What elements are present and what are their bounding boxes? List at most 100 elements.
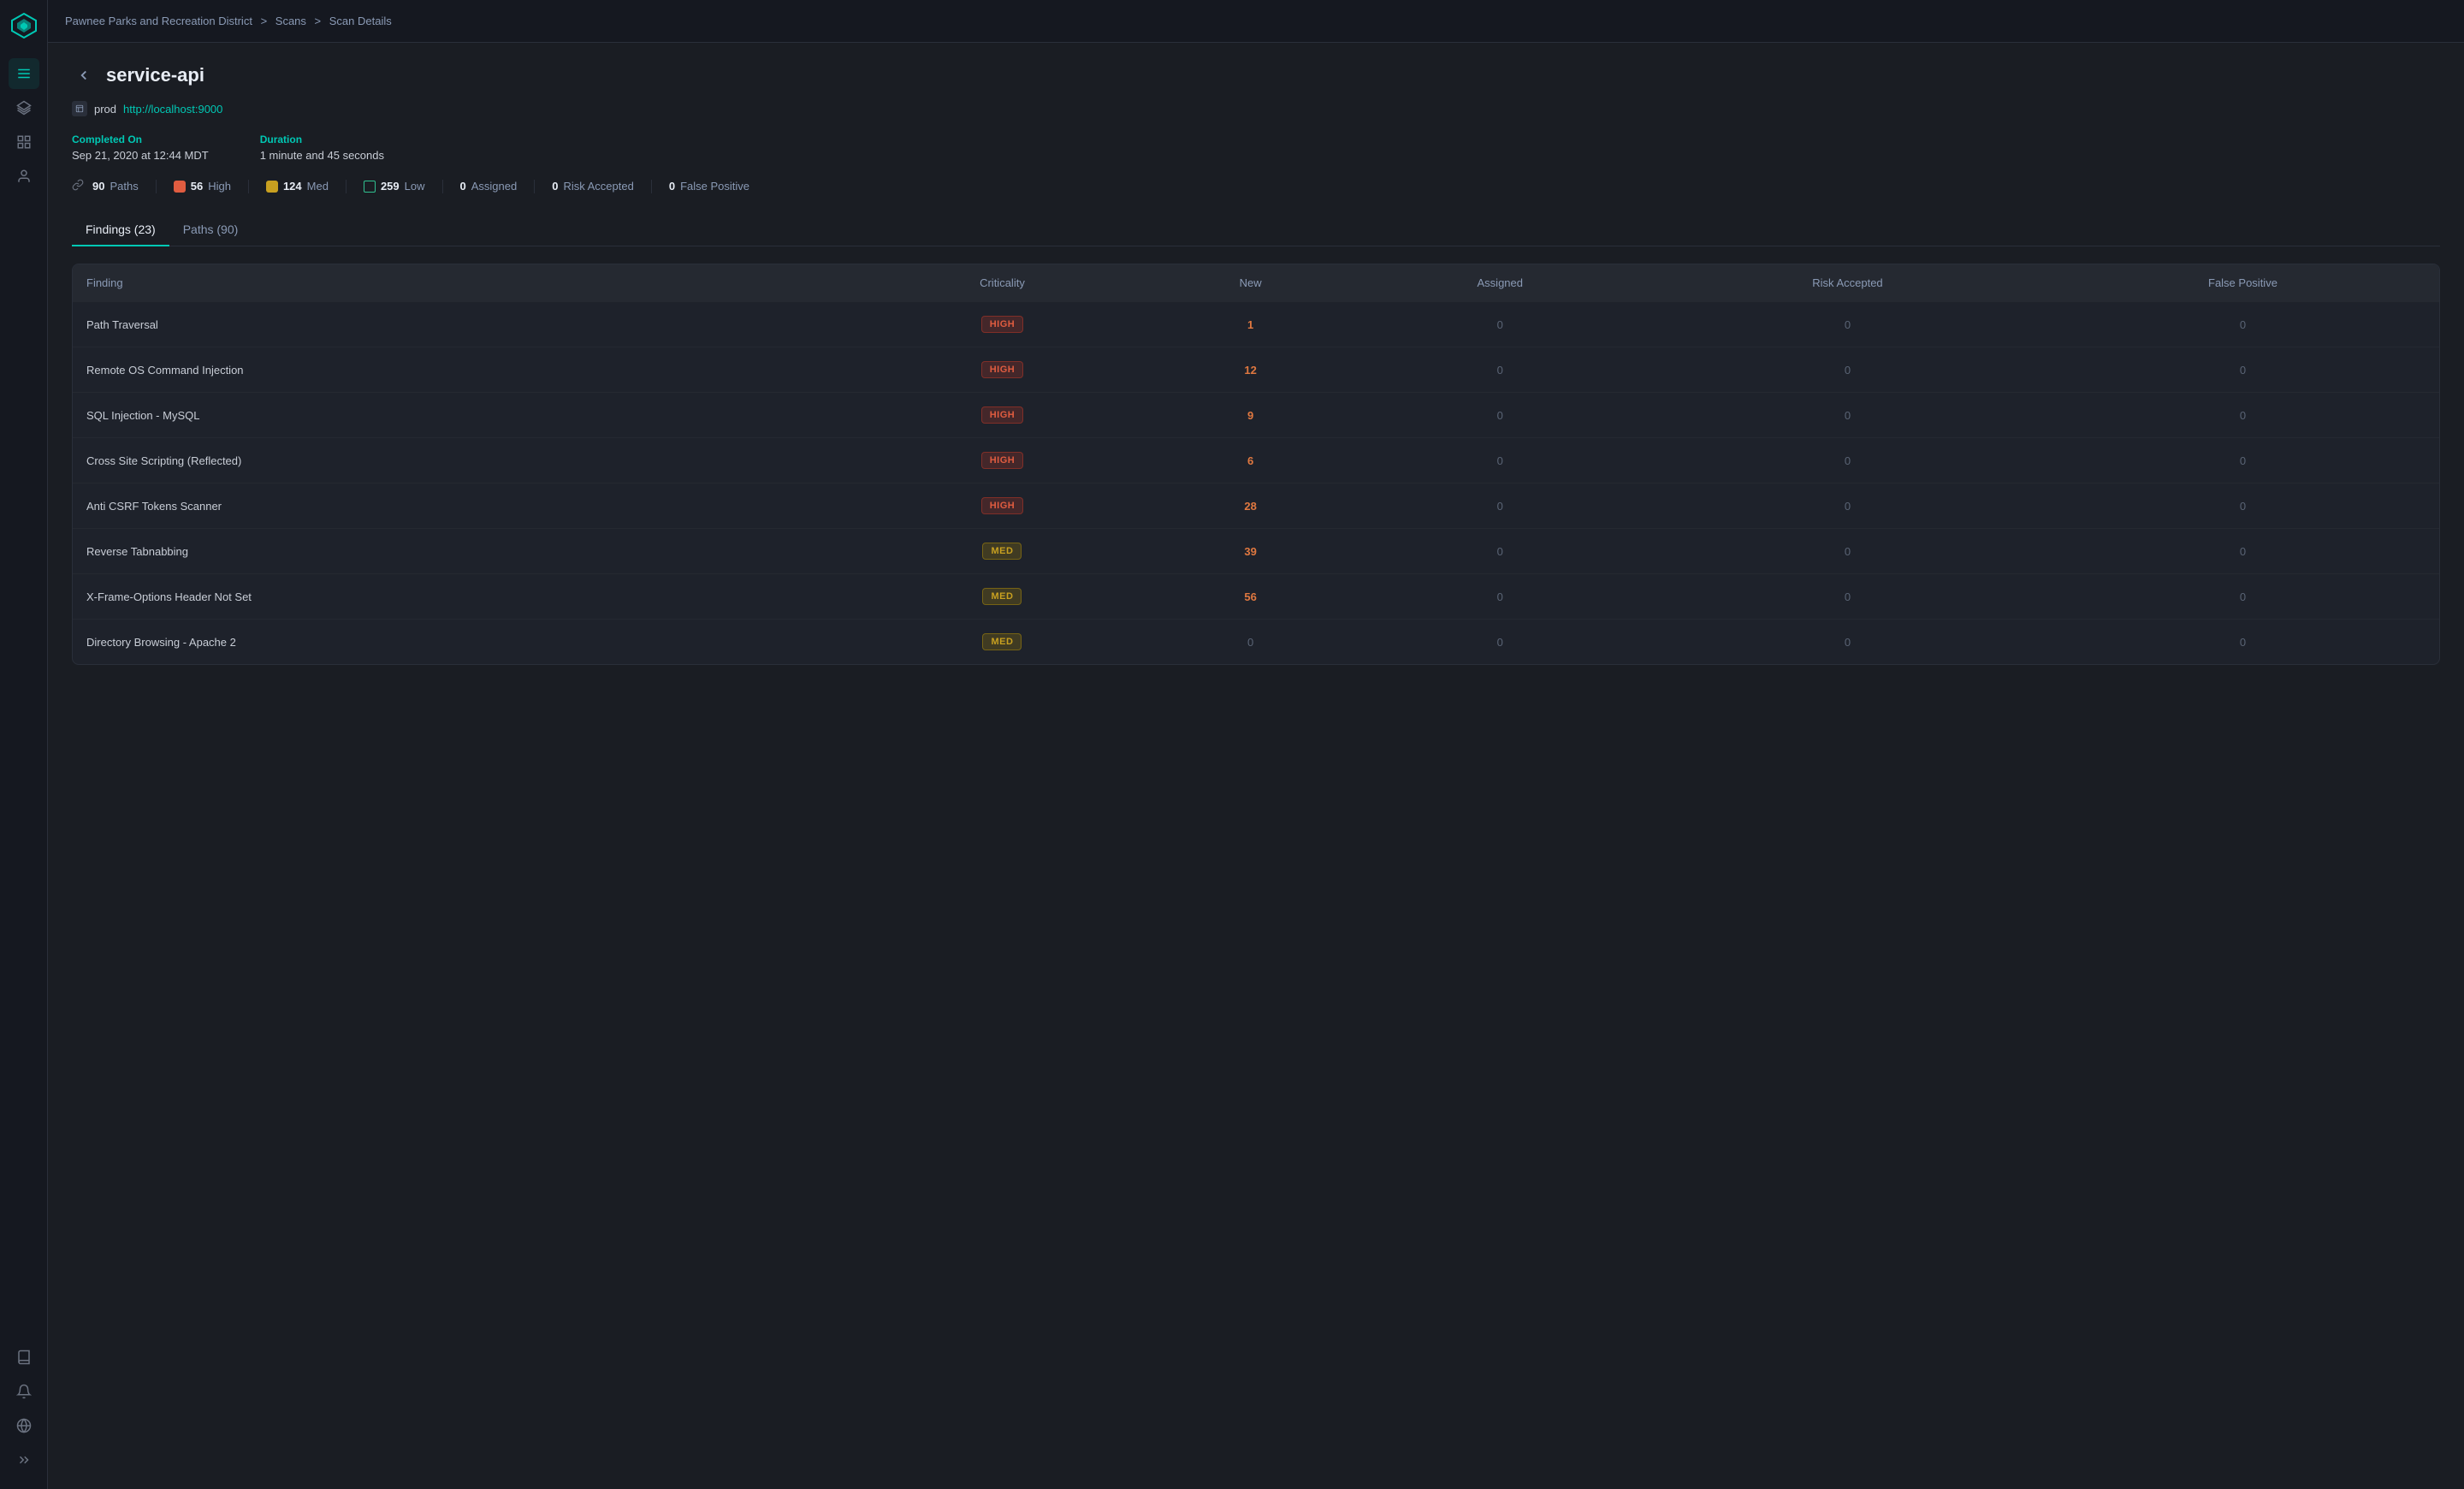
stat-fp: 0 False Positive xyxy=(669,180,749,193)
finding-criticality: HIGH xyxy=(855,347,1149,393)
page-content: service-api prod http://localhost:9000 C… xyxy=(48,43,2464,1489)
paths-label: Paths xyxy=(110,180,138,193)
stat-sep-2 xyxy=(248,180,249,193)
finding-fp: 0 xyxy=(2046,438,2439,483)
stat-assigned: 0 Assigned xyxy=(460,180,518,193)
high-count: 56 xyxy=(191,180,203,193)
stat-paths: 90 Paths xyxy=(72,179,139,193)
high-label: High xyxy=(208,180,231,193)
sidebar-item-notifications[interactable] xyxy=(9,1376,39,1407)
col-fp: False Positive xyxy=(2046,264,2439,302)
env-url[interactable]: http://localhost:9000 xyxy=(123,103,222,116)
paths-count: 90 xyxy=(92,180,104,193)
sidebar xyxy=(0,0,48,1489)
duration-label: Duration xyxy=(260,133,384,145)
col-assigned: Assigned xyxy=(1352,264,1649,302)
table-row[interactable]: Directory Browsing - Apache 2 MED 0 0 0 … xyxy=(73,620,2439,665)
link-icon xyxy=(72,179,84,193)
sidebar-item-menu[interactable] xyxy=(9,58,39,89)
breadcrumb-sep1: > xyxy=(261,15,268,27)
table-row[interactable]: Path Traversal HIGH 1 0 0 0 xyxy=(73,302,2439,347)
finding-new: 28 xyxy=(1150,483,1352,529)
finding-risk: 0 xyxy=(1649,483,2046,529)
finding-name: Cross Site Scripting (Reflected) xyxy=(73,438,855,483)
table-row[interactable]: Cross Site Scripting (Reflected) HIGH 6 … xyxy=(73,438,2439,483)
stat-sep-1 xyxy=(156,180,157,193)
finding-risk: 0 xyxy=(1649,620,2046,665)
finding-assigned: 0 xyxy=(1352,574,1649,620)
finding-new: 6 xyxy=(1150,438,1352,483)
breadcrumb-org: Pawnee Parks and Recreation District xyxy=(65,15,252,27)
finding-fp: 0 xyxy=(2046,302,2439,347)
topbar: Pawnee Parks and Recreation District > S… xyxy=(48,0,2464,43)
risk-label: Risk Accepted xyxy=(563,180,633,193)
table-header-row: Finding Criticality New Assigned Risk Ac… xyxy=(73,264,2439,302)
sidebar-item-users[interactable] xyxy=(9,161,39,192)
env-label: prod xyxy=(94,103,116,116)
sidebar-item-docs[interactable] xyxy=(9,1342,39,1373)
app-logo xyxy=(9,10,39,41)
page-header: service-api xyxy=(72,63,2440,87)
table-row[interactable]: Reverse Tabnabbing MED 39 0 0 0 xyxy=(73,529,2439,574)
table-row[interactable]: X-Frame-Options Header Not Set MED 56 0 … xyxy=(73,574,2439,620)
finding-criticality: HIGH xyxy=(855,483,1149,529)
finding-new: 39 xyxy=(1150,529,1352,574)
table-row[interactable]: SQL Injection - MySQL HIGH 9 0 0 0 xyxy=(73,393,2439,438)
back-button[interactable] xyxy=(72,63,96,87)
stat-high: 56 High xyxy=(174,180,231,193)
sidebar-item-dashboard[interactable] xyxy=(9,127,39,157)
risk-count: 0 xyxy=(552,180,558,193)
tab-findings[interactable]: Findings (23) xyxy=(72,214,169,246)
page-title: service-api xyxy=(106,64,204,86)
finding-new: 1 xyxy=(1150,302,1352,347)
finding-name: SQL Injection - MySQL xyxy=(73,393,855,438)
table-row[interactable]: Anti CSRF Tokens Scanner HIGH 28 0 0 0 xyxy=(73,483,2439,529)
sidebar-item-globe[interactable] xyxy=(9,1410,39,1441)
finding-fp: 0 xyxy=(2046,529,2439,574)
meta-completed: Completed On Sep 21, 2020 at 12:44 MDT xyxy=(72,133,209,162)
finding-assigned: 0 xyxy=(1352,529,1649,574)
fp-label: False Positive xyxy=(680,180,749,193)
stat-med: 124 Med xyxy=(266,180,329,193)
stats-row: 90 Paths 56 High 124 Med 259 Low xyxy=(72,179,2440,193)
finding-risk: 0 xyxy=(1649,438,2046,483)
col-new: New xyxy=(1150,264,1352,302)
env-icon xyxy=(72,101,87,116)
table-row[interactable]: Remote OS Command Injection HIGH 12 0 0 … xyxy=(73,347,2439,393)
low-count: 259 xyxy=(381,180,400,193)
finding-criticality: MED xyxy=(855,529,1149,574)
table-body: Path Traversal HIGH 1 0 0 0 Remote OS Co… xyxy=(73,302,2439,665)
finding-risk: 0 xyxy=(1649,529,2046,574)
finding-assigned: 0 xyxy=(1352,483,1649,529)
finding-fp: 0 xyxy=(2046,574,2439,620)
finding-assigned: 0 xyxy=(1352,302,1649,347)
finding-risk: 0 xyxy=(1649,347,2046,393)
findings-table: Finding Criticality New Assigned Risk Ac… xyxy=(72,264,2440,665)
meta-grid: Completed On Sep 21, 2020 at 12:44 MDT D… xyxy=(72,133,2440,162)
high-dot xyxy=(174,181,186,193)
main-content: Pawnee Parks and Recreation District > S… xyxy=(48,0,2464,1489)
finding-name: X-Frame-Options Header Not Set xyxy=(73,574,855,620)
stat-sep-4 xyxy=(442,180,443,193)
finding-fp: 0 xyxy=(2046,393,2439,438)
finding-new: 0 xyxy=(1150,620,1352,665)
table-header: Finding Criticality New Assigned Risk Ac… xyxy=(73,264,2439,302)
stat-low: 259 Low xyxy=(364,180,425,193)
med-dot xyxy=(266,181,278,193)
finding-new: 9 xyxy=(1150,393,1352,438)
low-dot xyxy=(364,181,376,193)
finding-risk: 0 xyxy=(1649,393,2046,438)
assigned-count: 0 xyxy=(460,180,466,193)
env-row: prod http://localhost:9000 xyxy=(72,101,2440,116)
sidebar-expand-button[interactable] xyxy=(9,1445,39,1475)
completed-value: Sep 21, 2020 at 12:44 MDT xyxy=(72,149,209,162)
finding-new: 12 xyxy=(1150,347,1352,393)
finding-criticality: HIGH xyxy=(855,393,1149,438)
tab-paths[interactable]: Paths (90) xyxy=(169,214,252,246)
breadcrumb-scans[interactable]: Scans xyxy=(275,15,306,27)
sidebar-item-layers[interactable] xyxy=(9,92,39,123)
low-label: Low xyxy=(405,180,425,193)
stat-sep-6 xyxy=(651,180,652,193)
breadcrumb: Pawnee Parks and Recreation District > S… xyxy=(65,15,392,27)
meta-duration: Duration 1 minute and 45 seconds xyxy=(260,133,384,162)
